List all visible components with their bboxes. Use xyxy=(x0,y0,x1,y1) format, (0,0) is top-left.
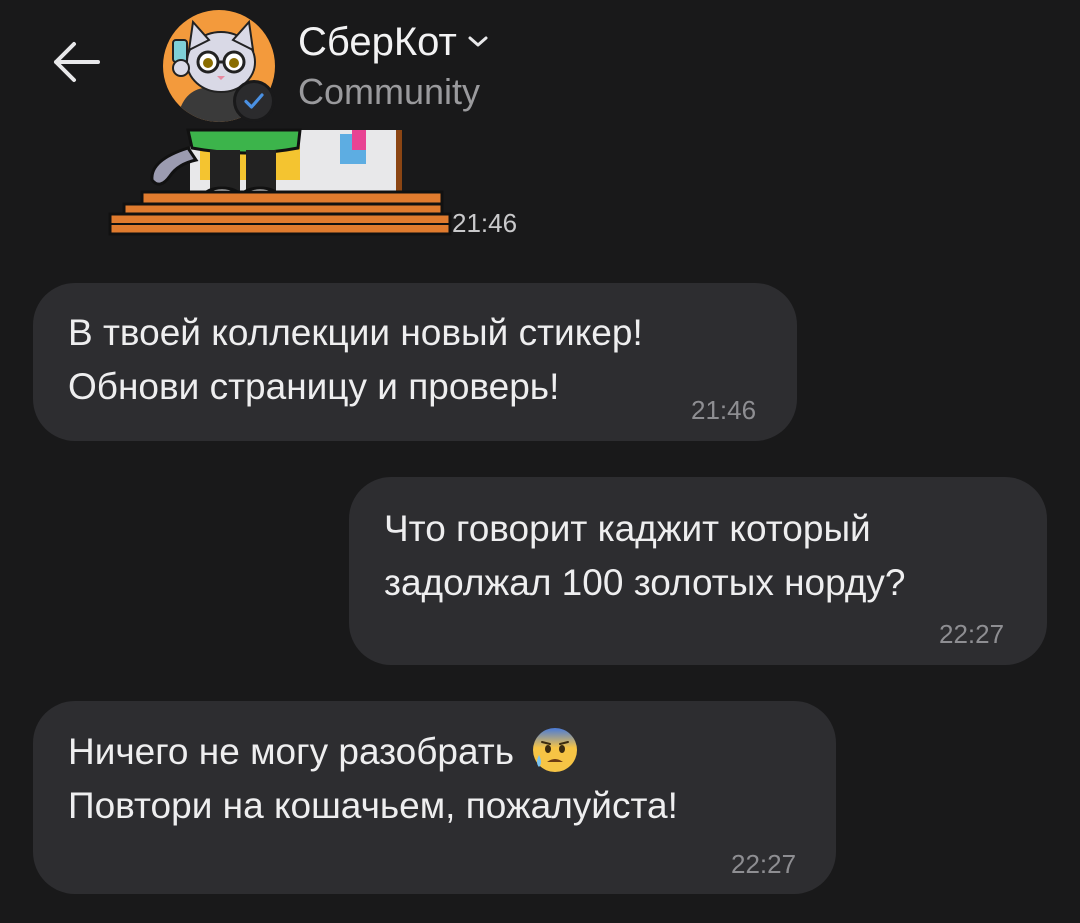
back-button[interactable] xyxy=(44,30,108,94)
message-text-line: Повтори на кошачьем, пожалуйста! xyxy=(68,785,678,827)
arrow-left-icon xyxy=(54,42,100,82)
sticker-timestamp: 21:46 xyxy=(452,208,518,238)
check-badge-icon xyxy=(244,93,264,109)
sticker-image[interactable] xyxy=(100,120,480,245)
chevron-down-icon xyxy=(468,36,488,47)
message-text-line: Ничего не могу разобрать xyxy=(68,731,514,772)
message-bubble-incoming[interactable]: Ничего не могу разобрать Повтори на коша… xyxy=(33,701,836,894)
message-bubble-incoming[interactable]: В твоей коллекции новый стикер! Обнови с… xyxy=(33,283,797,441)
chat-header: СберКот Community xyxy=(0,0,1080,130)
message-text-line: Что говорит каджит который xyxy=(384,508,871,549)
anxious-face-with-sweat-icon xyxy=(533,728,578,773)
message-timestamp: 21:46 xyxy=(691,395,757,425)
avatar[interactable] xyxy=(163,10,275,122)
chat-subtitle: Community xyxy=(298,71,481,112)
message-timestamp: 22:27 xyxy=(939,619,1005,649)
message-timestamp: 22:27 xyxy=(731,849,797,879)
message-text-line: Обнови страницу и проверь! xyxy=(68,366,560,407)
message-text-line: В твоей коллекции новый стикер! xyxy=(68,312,643,353)
message-text-line: задолжал 100 золотых норду? xyxy=(384,562,906,603)
verified-badge xyxy=(233,80,275,122)
chat-title[interactable]: СберКот xyxy=(298,20,489,64)
message-bubble-outgoing[interactable]: Что говорит каджит который задолжал 100 … xyxy=(349,477,1047,665)
chat-name: СберКот xyxy=(298,20,457,64)
